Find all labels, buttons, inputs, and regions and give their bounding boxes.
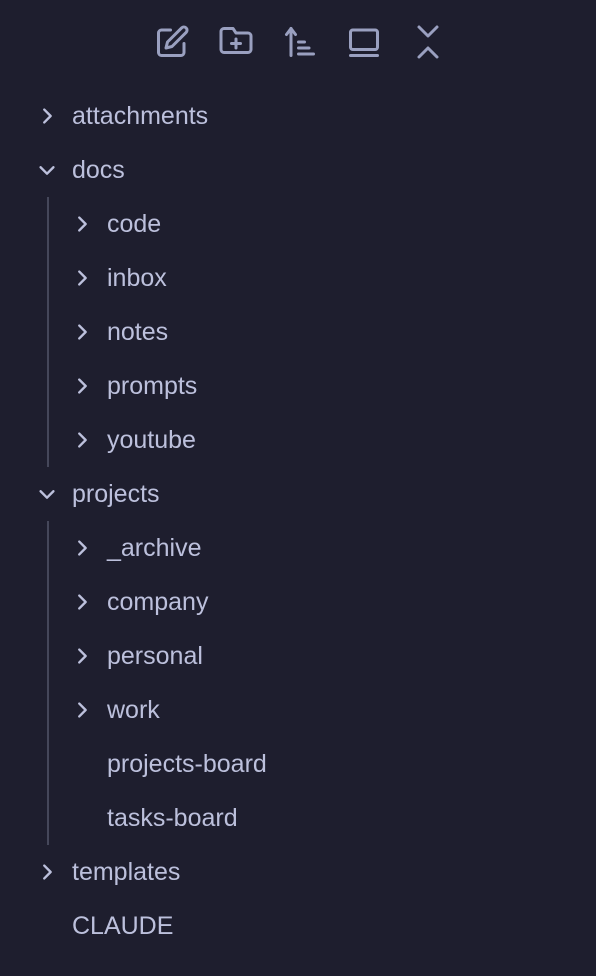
explorer-toolbar xyxy=(0,22,596,62)
chevron-right-icon xyxy=(71,645,93,667)
sort-button[interactable] xyxy=(280,22,320,62)
collapse-all-button[interactable] xyxy=(408,22,448,62)
folder-prompts[interactable]: prompts xyxy=(0,359,596,413)
folder-notes[interactable]: notes xyxy=(0,305,596,359)
new-note-button[interactable] xyxy=(152,22,192,62)
docs-children: code inbox notes prompts youtube xyxy=(0,197,596,467)
pencil-square-icon xyxy=(157,25,189,57)
folder-code[interactable]: code xyxy=(0,197,596,251)
auto-reveal-button[interactable] xyxy=(344,22,384,62)
chevron-right-icon xyxy=(71,429,93,451)
chevron-right-icon xyxy=(71,213,93,235)
folder-label: code xyxy=(107,210,162,238)
folder-templates[interactable]: templates xyxy=(0,845,596,899)
folder-projects[interactable]: projects xyxy=(0,467,596,521)
folder-label: personal xyxy=(107,642,203,670)
folder-label: templates xyxy=(72,858,181,886)
new-folder-button[interactable] xyxy=(216,22,256,62)
file-tasks-board[interactable]: tasks-board xyxy=(0,791,596,845)
chevron-down-icon xyxy=(36,483,58,505)
chevron-right-icon xyxy=(71,321,93,343)
chevron-right-icon xyxy=(71,267,93,289)
chevron-right-icon xyxy=(36,105,58,127)
folder-youtube[interactable]: youtube xyxy=(0,413,596,467)
folder-label: work xyxy=(107,696,160,724)
file-claude[interactable]: CLAUDE xyxy=(0,899,596,953)
folder-label: youtube xyxy=(107,426,196,454)
chevron-right-icon xyxy=(71,699,93,721)
folder-label: attachments xyxy=(72,102,209,130)
chevron-down-icon xyxy=(36,159,58,181)
file-label: projects-board xyxy=(107,750,267,778)
file-explorer-pane: attachments docs code inbox notes prompt… xyxy=(0,0,596,976)
sort-icon xyxy=(285,27,315,57)
file-projects-board[interactable]: projects-board xyxy=(0,737,596,791)
collapse-all-icon xyxy=(417,25,439,59)
folder-label: _archive xyxy=(107,534,202,562)
file-label: CLAUDE xyxy=(72,912,174,940)
folder-archive[interactable]: _archive xyxy=(0,521,596,575)
folder-label: notes xyxy=(107,318,169,346)
chevron-right-icon xyxy=(36,861,58,883)
folder-work[interactable]: work xyxy=(0,683,596,737)
panel-icon xyxy=(349,28,379,57)
file-tree: attachments docs code inbox notes prompt… xyxy=(0,89,596,953)
folder-company[interactable]: company xyxy=(0,575,596,629)
folder-personal[interactable]: personal xyxy=(0,629,596,683)
folder-label: inbox xyxy=(107,264,167,292)
chevron-right-icon xyxy=(71,591,93,613)
projects-children: _archive company personal work projects-… xyxy=(0,521,596,845)
folder-label: projects xyxy=(72,480,160,508)
chevron-right-icon xyxy=(71,375,93,397)
file-label: tasks-board xyxy=(107,804,238,832)
folder-attachments[interactable]: attachments xyxy=(0,89,596,143)
folder-label: company xyxy=(107,588,209,616)
folder-inbox[interactable]: inbox xyxy=(0,251,596,305)
folder-label: docs xyxy=(72,156,125,184)
folder-docs[interactable]: docs xyxy=(0,143,596,197)
folder-plus-icon xyxy=(219,27,253,54)
folder-label: prompts xyxy=(107,372,198,400)
chevron-right-icon xyxy=(71,537,93,559)
